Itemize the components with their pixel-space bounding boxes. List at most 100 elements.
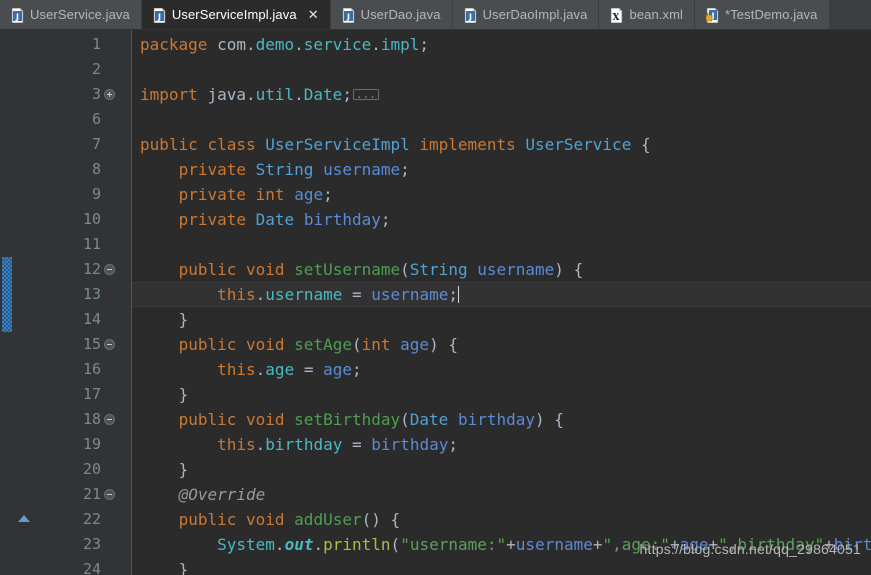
editor-tab-label: UserServiceImpl.java bbox=[171, 7, 297, 22]
gutter-line-20[interactable]: 20 bbox=[16, 457, 131, 482]
code-line-12[interactable]: public void setUsername(String username)… bbox=[132, 257, 871, 282]
editor-tab-userdao[interactable]: J UserDao.java bbox=[330, 0, 453, 30]
code-line-17[interactable]: } bbox=[132, 382, 871, 407]
svg-text:X: X bbox=[613, 13, 620, 23]
java-file-icon: J bbox=[11, 7, 24, 23]
code-line-11[interactable] bbox=[132, 232, 871, 257]
editor-tab-label: UserDaoImpl.java bbox=[482, 7, 588, 22]
svg-text:J: J bbox=[468, 12, 472, 21]
code-line-19[interactable]: this.birthday = birthday; bbox=[132, 432, 871, 457]
line-number: 23 bbox=[82, 535, 101, 553]
line-number-gutter[interactable]: 1236789101112131415161718192021222324252… bbox=[16, 30, 132, 575]
code-line-18[interactable]: public void setBirthday(Date birthday) { bbox=[132, 407, 871, 432]
gutter-line-1[interactable]: 1 bbox=[16, 32, 131, 57]
vcs-change-marker[interactable] bbox=[2, 257, 12, 332]
editor-tab-beanxml[interactable]: X bean.xml bbox=[599, 0, 696, 30]
code-line-2[interactable] bbox=[132, 57, 871, 82]
gutter-line-18[interactable]: 18 bbox=[16, 407, 131, 432]
java-locked-file-icon: J bbox=[706, 7, 719, 23]
line-number: 8 bbox=[91, 160, 101, 178]
code-line-10[interactable]: private Date birthday; bbox=[132, 207, 871, 232]
code-line-22[interactable]: public void addUser() { bbox=[132, 507, 871, 532]
gutter-line-3[interactable]: 3 bbox=[16, 82, 131, 107]
line-number: 20 bbox=[82, 460, 101, 478]
gutter-line-15[interactable]: 15 bbox=[16, 332, 131, 357]
code-line-13[interactable]: this.username = username; bbox=[132, 282, 871, 307]
fold-collapse-icon[interactable] bbox=[104, 414, 115, 425]
gutter-line-19[interactable]: 19 bbox=[16, 432, 131, 457]
implementing-method-icon[interactable] bbox=[18, 515, 30, 522]
editor-tab-userserviceimpl[interactable]: J UserServiceImpl.java ✕ bbox=[141, 0, 331, 30]
java-file-icon: J bbox=[153, 7, 166, 23]
editor-tab-bar: J UserService.java J UserServiceImpl.jav… bbox=[0, 0, 871, 30]
java-file-icon: J bbox=[342, 7, 355, 23]
xml-file-icon: X bbox=[610, 7, 623, 23]
fold-collapse-icon[interactable] bbox=[104, 264, 115, 275]
code-line-15[interactable]: public void setAge(int age) { bbox=[132, 332, 871, 357]
ide-editor-window: J UserService.java J UserServiceImpl.jav… bbox=[0, 0, 871, 575]
line-number: 13 bbox=[82, 285, 101, 303]
code-line-24[interactable]: } bbox=[132, 557, 871, 575]
editor-tab-userservice[interactable]: J UserService.java bbox=[0, 0, 142, 30]
line-number: 1 bbox=[91, 35, 101, 53]
gutter-line-16[interactable]: 16 bbox=[16, 357, 131, 382]
line-number: 14 bbox=[82, 310, 101, 328]
svg-text:J: J bbox=[15, 12, 19, 21]
gutter-line-21[interactable]: 21 bbox=[16, 482, 131, 507]
line-number: 15 bbox=[82, 335, 101, 353]
code-editor[interactable]: 1236789101112131415161718192021222324252… bbox=[0, 30, 871, 575]
gutter-line-24[interactable]: 24 bbox=[16, 557, 131, 575]
editor-tab-label: UserService.java bbox=[30, 7, 130, 22]
line-number: 3 bbox=[91, 85, 101, 103]
code-line-16[interactable]: this.age = age; bbox=[132, 357, 871, 382]
line-number: 18 bbox=[82, 410, 101, 428]
gutter-line-8[interactable]: 8 bbox=[16, 157, 131, 182]
gutter-line-9[interactable]: 9 bbox=[16, 182, 131, 207]
code-line-9[interactable]: private int age; bbox=[132, 182, 871, 207]
editor-tab-label: bean.xml bbox=[629, 7, 684, 22]
code-line-1[interactable]: package com.demo.service.impl; bbox=[132, 32, 871, 57]
code-line-7[interactable]: public class UserServiceImpl implements … bbox=[132, 132, 871, 157]
editor-tab-label: *TestDemo.java bbox=[725, 7, 818, 22]
gutter-line-23[interactable]: 23 bbox=[16, 532, 131, 557]
line-number: 12 bbox=[82, 260, 101, 278]
gutter-line-22[interactable]: 22 bbox=[16, 507, 131, 532]
code-line-21[interactable]: @Override bbox=[132, 482, 871, 507]
watermark-text: https://blog.csdn.net/qq_29864051 bbox=[639, 541, 861, 557]
close-icon[interactable]: ✕ bbox=[308, 9, 319, 22]
gutter-line-13[interactable]: 13 bbox=[16, 282, 131, 307]
gutter-line-7[interactable]: 7 bbox=[16, 132, 131, 157]
gutter-line-14[interactable]: 14 bbox=[16, 307, 131, 332]
gutter-line-17[interactable]: 17 bbox=[16, 382, 131, 407]
editor-tab-label: UserDao.java bbox=[360, 7, 441, 22]
java-file-icon: J bbox=[464, 7, 477, 23]
line-number: 21 bbox=[82, 485, 101, 503]
line-number: 24 bbox=[82, 560, 101, 575]
fold-expand-icon[interactable] bbox=[104, 89, 115, 100]
line-number: 7 bbox=[91, 135, 101, 153]
gutter-line-2[interactable]: 2 bbox=[16, 57, 131, 82]
code-line-20[interactable]: } bbox=[132, 457, 871, 482]
svg-text:J: J bbox=[157, 12, 161, 21]
code-line-3[interactable]: import java.util.Date;... bbox=[132, 82, 871, 107]
line-number: 6 bbox=[91, 110, 101, 128]
fold-collapse-icon[interactable] bbox=[104, 339, 115, 350]
code-text-area[interactable]: package com.demo.service.impl; import jav… bbox=[132, 30, 871, 575]
annotation-gutter-strip[interactable] bbox=[0, 30, 16, 575]
collapsed-fold-placeholder[interactable]: ... bbox=[352, 89, 379, 100]
svg-text:J: J bbox=[346, 12, 350, 21]
gutter-line-6[interactable]: 6 bbox=[16, 107, 131, 132]
line-number: 2 bbox=[91, 60, 101, 78]
line-number: 17 bbox=[82, 385, 101, 403]
editor-tab-testdemo[interactable]: J *TestDemo.java bbox=[695, 0, 830, 30]
line-number: 10 bbox=[82, 210, 101, 228]
gutter-line-11[interactable]: 11 bbox=[16, 232, 131, 257]
code-line-8[interactable]: private String username; bbox=[132, 157, 871, 182]
gutter-line-12[interactable]: 12 bbox=[16, 257, 131, 282]
fold-collapse-icon[interactable] bbox=[104, 489, 115, 500]
code-line-6[interactable] bbox=[132, 107, 871, 132]
line-number: 16 bbox=[82, 360, 101, 378]
gutter-line-10[interactable]: 10 bbox=[16, 207, 131, 232]
code-line-14[interactable]: } bbox=[132, 307, 871, 332]
editor-tab-userdaoimpl[interactable]: J UserDaoImpl.java bbox=[452, 0, 600, 30]
